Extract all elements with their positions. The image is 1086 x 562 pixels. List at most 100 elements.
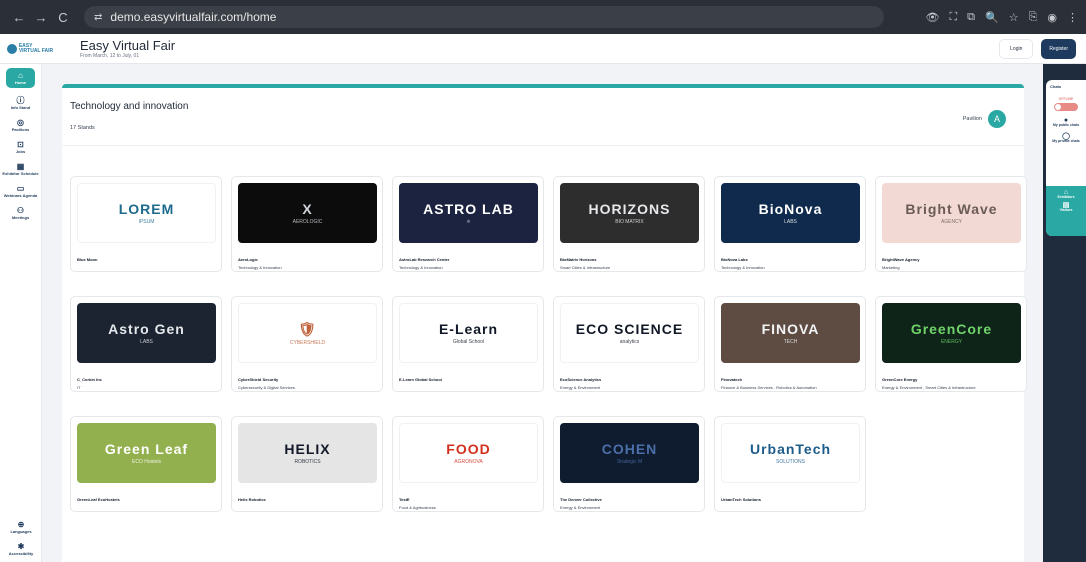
sidebar-item-icon: ⊡ (17, 140, 24, 149)
stand-card[interactable]: E-Learn Global School E-Learn Global Schoo… (392, 296, 544, 392)
stand-card[interactable]: Astro Gen LABS C_Corbin Inc IT (70, 296, 222, 392)
stand-logo-image[interactable]: 🛡 CYBERSHIELD (238, 303, 377, 363)
browser-toolbar-icon[interactable]: ⎘ (1029, 11, 1038, 24)
browser-toolbar-icon[interactable]: ◉ (1047, 11, 1057, 24)
chat-link[interactable]: ● My public chats (1046, 117, 1086, 127)
browser-toolbar-icon[interactable]: ☆ (1009, 11, 1019, 24)
sidebar-item-meetings[interactable]: ⚇ Meetings (0, 206, 41, 220)
stand-name: E-Learn Global School (399, 377, 442, 382)
sidebar-item-home[interactable]: ⌂ Home (6, 68, 35, 88)
stand-card[interactable]: ASTRO LAB ⚛ AstroLab Research Center Techno… (392, 176, 544, 272)
stand-card[interactable]: HORIZONS BIO MATRIX BioMatrix Horizons Smar… (553, 176, 705, 272)
stand-logo-text: ECO SCIENCE (575, 321, 684, 337)
stand-category: IT (77, 385, 81, 390)
stand-logo-image[interactable]: E-Learn Global School (399, 303, 538, 363)
stand-logo-text: HELIX (284, 441, 331, 457)
sidebar-item-accessibility[interactable]: ✱ Accessibility (0, 542, 42, 556)
fair-title-block: Easy Virtual Fair From March, 12 to July… (80, 38, 175, 59)
visitors-link[interactable]: ▤ Visitors (1046, 202, 1086, 212)
back-icon[interactable]: ← (8, 10, 30, 25)
stand-logo-text: ASTRO LAB (423, 201, 514, 217)
main-content: Technology and innovation 17 Stands Pavi… (42, 64, 1043, 562)
chat-status-toggle[interactable] (1054, 103, 1078, 111)
sidebar-item-pavilions[interactable]: ◎ Pavilions (0, 118, 41, 132)
stand-card[interactable]: Bright Wave AGENCY BrightWave Agency Market… (875, 176, 1027, 272)
stand-logo-image[interactable]: COHEN Strategic M (560, 423, 699, 483)
forward-icon[interactable]: → (30, 10, 52, 25)
sidebar-item-languages[interactable]: ⊕ Languages (0, 520, 42, 534)
stand-card[interactable]: BioNova LABS BioNova Labs Technology & Inno… (714, 176, 866, 272)
stand-logo-image[interactable]: BioNova LABS (721, 183, 860, 243)
pavilion-selector[interactable]: Pavilion A (963, 110, 1006, 128)
stand-category: Technology & Innovation (721, 265, 765, 270)
stand-logo-image[interactable]: GreenCore ENERGY (882, 303, 1021, 363)
stand-card[interactable]: FINOVA TECH Finovatech Finance & Business S… (714, 296, 866, 392)
chats-title: Chats (1050, 84, 1062, 89)
logo[interactable]: EASY VIRTUAL FAIR (0, 43, 60, 54)
browser-toolbar-icon[interactable]: ⋮ (1067, 11, 1078, 24)
site-settings-icon[interactable]: ⇄ (94, 12, 102, 23)
sidebar-item-label: Exhibitor Schedule (2, 171, 39, 176)
stand-card[interactable]: LOREM IPSUM Blue Moon (70, 176, 222, 272)
browser-toolbar-icon[interactable]: ⛶ (949, 11, 957, 24)
stand-card[interactable]: GreenCore ENERGY GreenCore Energy Energy & … (875, 296, 1027, 392)
stand-card[interactable]: COHEN Strategic M The Denver Collective Ene… (553, 416, 705, 512)
stand-logo-image[interactable]: FOOD AGRONOVA (399, 423, 538, 483)
stand-logo-image[interactable]: LOREM IPSUM (77, 183, 216, 243)
browser-toolbar-icon[interactable]: ⧉ (967, 11, 975, 24)
stand-card[interactable]: HELIX ROBOTICS Helix Robotics (231, 416, 383, 512)
stand-logo-text: FOOD (446, 441, 491, 457)
stand-logo-image[interactable]: X AEROLOGIC (238, 183, 377, 243)
stand-logo-image[interactable]: ECO SCIENCE analytics (560, 303, 699, 363)
stand-logo-image[interactable]: FINOVA TECH (721, 303, 860, 363)
stand-logo-image[interactable]: Green Leaf ECO Hostels (77, 423, 216, 483)
stand-logo-subtext: BIO MATRIX (615, 219, 644, 225)
sidebar-item-jobs[interactable]: ⊡ Jobs (0, 140, 41, 154)
browser-toolbar-icon[interactable]: 👁 (925, 11, 939, 24)
sidebar-item-label: Home (14, 80, 27, 85)
right-panel: Chats OFFLINE ● My public chats ◯ My privat… (1043, 64, 1086, 562)
stand-logo-subtext: TECH (783, 339, 798, 345)
reload-icon[interactable]: C (52, 10, 74, 25)
sidebar-item-icon: ⌂ (18, 71, 23, 80)
browser-toolbar-icon[interactable]: 🔍 (985, 11, 999, 24)
stand-logo-text: Green Leaf (104, 441, 189, 457)
stand-logo-image[interactable]: HELIX ROBOTICS (238, 423, 377, 483)
register-button[interactable]: Register (1041, 38, 1076, 59)
visitors-label: Visitors (1059, 208, 1073, 212)
browser-extension-icons: 👁 ⛶ ⧉ 🔍 ☆ ⎘ ◉ ⋮ (925, 11, 1078, 24)
stand-logo-image[interactable]: Astro Gen LABS (77, 303, 216, 363)
chat-status-label: OFFLINE (1058, 97, 1074, 101)
stand-logo-image[interactable]: ASTRO LAB ⚛ (399, 183, 538, 243)
stand-category: Energy & Environment (560, 385, 601, 390)
sidebar-item-exhibitor-schedule[interactable]: ▦ Exhibitor Schedule (0, 162, 41, 176)
stand-name: Helix Robotics (238, 497, 266, 502)
exhibitors-link[interactable]: ⌂ Exhibitors (1046, 189, 1086, 199)
stand-card[interactable]: X AEROLOGIC AeroLogic Technology & Innovati… (231, 176, 383, 272)
stand-card[interactable]: 🛡 CYBERSHIELD CyberShield Security Cybersec… (231, 296, 383, 392)
stand-card[interactable]: Green Leaf ECO Hostels GreenLeaf EcoHostel… (70, 416, 222, 512)
stand-logo-image[interactable]: UrbanTech SOLUTIONS (721, 423, 860, 483)
pavilion-avatar[interactable]: A (988, 110, 1006, 128)
stand-logo-subtext: ⚛ (466, 219, 471, 225)
stand-card[interactable]: ECO SCIENCE analytics EcoScience Analytics… (553, 296, 705, 392)
stand-category: Technology & Innovation (399, 265, 443, 270)
stand-name: AstroLab Research Center (399, 257, 450, 262)
stand-card[interactable]: FOOD AGRONOVA TestE Food & Agribusiness (392, 416, 544, 512)
stand-logo-text: 🛡 (298, 320, 317, 337)
stand-logo-subtext: ROBOTICS (294, 459, 321, 465)
stand-logo-image[interactable]: Bright Wave AGENCY (882, 183, 1021, 243)
chat-link[interactable]: ◯ My private chats (1046, 133, 1086, 143)
stand-logo-subtext: AGRONOVA (454, 459, 483, 465)
login-button[interactable]: Login (999, 38, 1034, 59)
stand-card[interactable]: UrbanTech SOLUTIONS UrbanTech Solutions (714, 416, 866, 512)
address-bar[interactable]: ⇄ demo.easyvirtualfair.com/home (84, 6, 884, 28)
stand-logo-text: X (302, 201, 313, 217)
sidebar-item-label: Pavilions (11, 127, 30, 132)
stand-name: TestE (399, 497, 410, 502)
sidebar-item-info-stand[interactable]: ⓘ Info Stand (0, 96, 41, 110)
stand-category: Technology & Innovation (238, 265, 282, 270)
stand-logo-image[interactable]: HORIZONS BIO MATRIX (560, 183, 699, 243)
stand-name: Blue Moon (77, 257, 98, 262)
sidebar-item-webinars-agenda[interactable]: ▭ Webinars Agenda (0, 184, 41, 198)
